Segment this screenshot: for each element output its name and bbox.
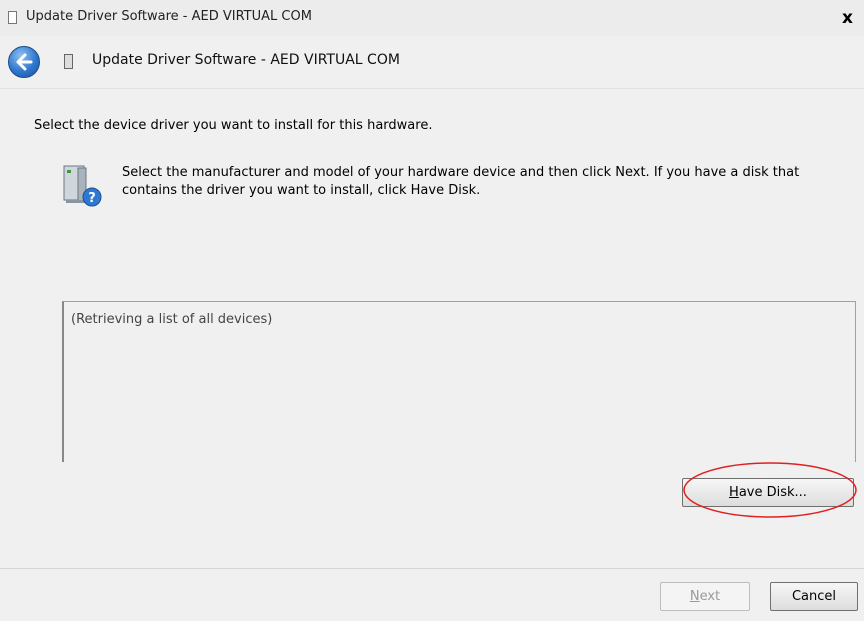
svg-text:?: ? bbox=[88, 191, 96, 206]
instruction-text: Select the device driver you want to ins… bbox=[34, 118, 433, 133]
list-placeholder: (Retrieving a list of all devices) bbox=[71, 312, 273, 327]
have-disk-button[interactable]: Have Disk... bbox=[682, 478, 854, 507]
next-label: ext bbox=[699, 589, 721, 604]
close-button[interactable]: x bbox=[842, 5, 864, 31]
device-list[interactable]: (Retrieving a list of all devices) bbox=[62, 301, 856, 462]
window-title: Update Driver Software - AED VIRTUAL COM bbox=[26, 9, 312, 24]
wizard-title: Update Driver Software - AED VIRTUAL COM bbox=[92, 52, 400, 68]
back-button[interactable] bbox=[8, 46, 40, 78]
back-arrow-icon bbox=[16, 53, 33, 71]
window-app-icon bbox=[8, 11, 17, 24]
have-disk-label: ave Disk... bbox=[738, 485, 807, 500]
next-accel: N bbox=[689, 589, 700, 604]
hardware-question-icon: ? bbox=[63, 165, 102, 207]
wizard-header: Update Driver Software - AED VIRTUAL COM bbox=[0, 36, 864, 89]
next-button[interactable]: Next bbox=[660, 582, 750, 611]
cancel-button[interactable]: Cancel bbox=[770, 582, 858, 611]
footer-separator bbox=[0, 568, 864, 569]
header-device-icon bbox=[64, 54, 73, 69]
have-disk-accel: H bbox=[729, 485, 739, 500]
description-text: Select the manufacturer and model of you… bbox=[122, 165, 800, 198]
window-titlebar: Update Driver Software - AED VIRTUAL COM… bbox=[0, 0, 864, 36]
